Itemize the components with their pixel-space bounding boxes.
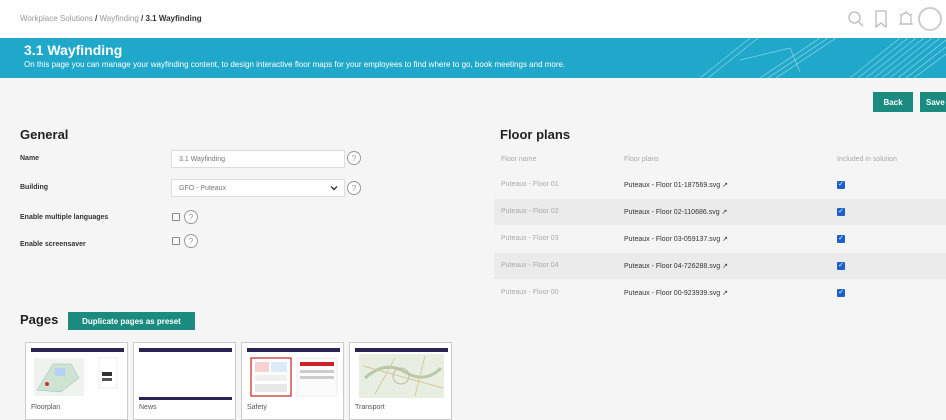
- floor-plans-heading: Floor plans: [500, 127, 571, 142]
- floor-name: Puteaux - Floor 01: [501, 181, 559, 188]
- chevron-down-icon: [330, 184, 338, 194]
- bookmark-icon[interactable]: [870, 8, 892, 30]
- help-icon[interactable]: ?: [347, 181, 361, 195]
- page-tile-news[interactable]: News: [133, 342, 236, 420]
- save-button[interactable]: Save: [920, 92, 946, 112]
- table-row: Puteaux - Floor 04 Puteaux - Floor 04-72…: [494, 253, 946, 279]
- building-select-value: GFO - Puteaux: [179, 184, 227, 192]
- page-tile-transport[interactable]: Transport: [349, 342, 452, 420]
- page-tile-safety[interactable]: Safety: [241, 342, 344, 420]
- breadcrumb-wayfinding[interactable]: Wayfinding: [99, 14, 138, 23]
- included-checkbox[interactable]: ✓: [837, 262, 845, 270]
- floor-plan-link[interactable]: Puteaux - Floor 03-059137.svg ↗: [624, 235, 728, 243]
- breadcrumb-workplace-solutions[interactable]: Workplace Solutions: [20, 14, 93, 23]
- breadcrumb-separator: /: [141, 14, 144, 23]
- floor-plan-link[interactable]: Puteaux - Floor 00-923939.svg ↗: [624, 289, 728, 297]
- banner-decoration: [699, 38, 946, 78]
- page-description: On this page you can manage your wayfind…: [24, 60, 566, 69]
- building-select[interactable]: GFO - Puteaux: [171, 179, 345, 197]
- back-button[interactable]: Back: [873, 92, 913, 112]
- external-link-icon: ↗: [722, 236, 728, 243]
- multilang-label: Enable multiple languages: [20, 214, 109, 221]
- help-icon[interactable]: ?: [347, 151, 361, 165]
- name-input[interactable]: 3.1 Wayfinding: [171, 150, 345, 168]
- general-heading: General: [20, 127, 69, 142]
- column-header-included: Included in solution: [837, 156, 897, 163]
- column-header-floor-name: Floor name: [501, 156, 537, 163]
- external-link-icon: ↗: [722, 182, 728, 189]
- included-checkbox[interactable]: ✓: [837, 289, 845, 297]
- breadcrumb-separator: /: [95, 14, 98, 23]
- table-row: Puteaux - Floor 03 Puteaux - Floor 03-05…: [494, 226, 946, 252]
- multilang-checkbox[interactable]: [172, 213, 180, 221]
- duplicate-pages-button[interactable]: Duplicate pages as preset: [68, 312, 195, 330]
- table-row: Puteaux - Floor 00 Puteaux - Floor 00-92…: [494, 280, 946, 306]
- screensaver-checkbox[interactable]: [172, 237, 180, 245]
- bell-icon[interactable]: [895, 8, 917, 30]
- page-title: 3.1 Wayfinding: [24, 42, 123, 58]
- included-checkbox[interactable]: ✓: [837, 181, 845, 189]
- floor-plan-link[interactable]: Puteaux - Floor 02-110686.svg ↗: [624, 208, 727, 216]
- external-link-icon: ↗: [721, 209, 728, 216]
- included-checkbox[interactable]: ✓: [837, 208, 845, 216]
- pages-heading: Pages: [20, 312, 59, 327]
- column-header-floor-plans: Floor plans: [624, 156, 659, 163]
- news-thumbnail: [139, 348, 232, 400]
- screensaver-label: Enable screensaver: [20, 241, 86, 248]
- page-tile-label: Floorplan: [31, 404, 61, 411]
- top-bar: Workplace Solutions / Wayfinding / 3.1 W…: [0, 0, 946, 38]
- external-link-icon: ↗: [722, 290, 728, 297]
- name-label: Name: [20, 155, 40, 162]
- floor-plan-link[interactable]: Puteaux - Floor 01-187569.svg ↗: [624, 181, 728, 189]
- transport-thumbnail: [355, 348, 448, 400]
- building-label: Building: [20, 184, 48, 191]
- table-row: Puteaux - Floor 01 Puteaux - Floor 01-18…: [494, 172, 946, 198]
- external-link-icon: ↗: [722, 263, 728, 270]
- included-checkbox[interactable]: ✓: [837, 235, 845, 243]
- search-icon[interactable]: [845, 8, 867, 30]
- floor-name: Puteaux - Floor 00: [501, 289, 559, 296]
- floor-name: Puteaux - Floor 02: [501, 208, 559, 215]
- page-tile-floorplan[interactable]: Floorplan: [25, 342, 128, 420]
- floor-plan-link[interactable]: Puteaux - Floor 04-726288.svg ↗: [624, 262, 728, 270]
- help-icon[interactable]: ?: [184, 210, 198, 224]
- floorplan-thumbnail: [31, 348, 124, 400]
- page-tile-label: News: [139, 404, 157, 411]
- floor-name: Puteaux - Floor 03: [501, 235, 559, 242]
- avatar[interactable]: [918, 7, 942, 31]
- page-tile-label: Safety: [247, 404, 267, 411]
- page-banner: 3.1 Wayfinding On this page you can mana…: [0, 38, 946, 78]
- breadcrumb-current: 3.1 Wayfinding: [145, 14, 202, 23]
- floor-name: Puteaux - Floor 04: [501, 262, 559, 269]
- help-icon[interactable]: ?: [184, 234, 198, 248]
- page-tile-label: Transport: [355, 404, 385, 411]
- breadcrumb: Workplace Solutions / Wayfinding / 3.1 W…: [20, 14, 202, 23]
- table-row: Puteaux - Floor 02 Puteaux - Floor 02-11…: [494, 199, 946, 225]
- safety-thumbnail: [247, 348, 340, 400]
